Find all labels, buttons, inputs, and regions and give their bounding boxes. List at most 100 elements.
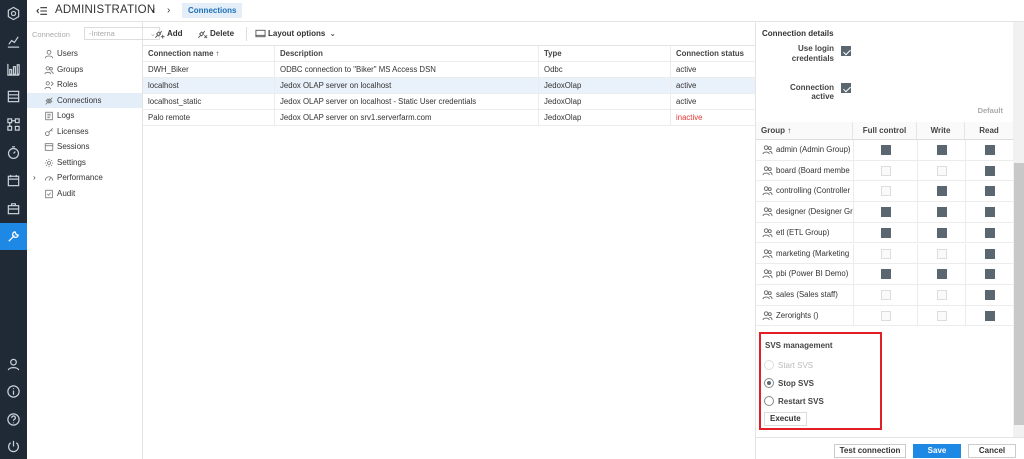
write-permission-checkbox[interactable] [937,165,947,176]
full-permission-checkbox[interactable] [881,186,891,197]
column-divider [917,243,918,265]
table-row[interactable]: DWH_Biker ODBC connection to "Biker" MS … [143,62,755,78]
details-footer: Test connection Save Cancel [756,437,1024,459]
write-permission-checkbox[interactable] [937,186,947,197]
perm-header-read[interactable]: Read [965,122,1013,140]
cancel-button[interactable]: Cancel [968,444,1016,458]
chevron-right-icon[interactable]: › [167,5,170,16]
stop-svs-option[interactable]: Stop SVS [764,378,814,388]
read-permission-checkbox[interactable] [985,145,995,155]
table-row[interactable]: localhost Jedox OLAP server on localhost… [143,78,755,94]
calendar-icon[interactable] [0,167,27,194]
write-permission-checkbox[interactable] [937,227,947,238]
write-permission-checkbox[interactable] [937,207,947,218]
full-permission-checkbox[interactable] [881,310,891,321]
test-connection-button[interactable]: Test connection [834,444,906,458]
save-button[interactable]: Save [913,444,961,458]
read-permission-checkbox[interactable] [985,207,995,218]
bar-chart-icon[interactable] [0,56,27,83]
hexagon-logo-icon[interactable] [0,0,27,27]
full-permission-checkbox[interactable] [881,227,891,238]
write-permission-checkbox[interactable] [937,269,947,280]
write-permission-checkbox[interactable] [937,145,947,155]
full-permission-checkbox[interactable] [881,207,891,218]
full-permission-checkbox[interactable] [881,269,891,280]
cell-name: localhost_static [143,94,275,110]
permission-row[interactable]: designer (Designer Gr [756,202,1013,223]
perm-header-group[interactable]: Group ↑ [756,122,853,140]
read-permission-checkbox[interactable] [985,227,995,238]
column-header-type[interactable]: Type [539,46,671,62]
read-permission-checkbox[interactable] [985,165,995,176]
scrollbar-thumb[interactable] [1014,163,1024,425]
chevron-right-icon[interactable]: › [33,173,36,182]
read-permission-checkbox[interactable] [985,186,995,197]
column-header-status[interactable]: Connection status [671,46,755,62]
full-permission-checkbox[interactable] [881,248,891,259]
full-permission-checkbox[interactable] [881,165,891,176]
stop-svs-radio[interactable] [764,378,774,388]
tree-item-performance[interactable]: › Performance [27,170,142,185]
column-header-description[interactable]: Description [275,46,539,62]
database-icon[interactable] [0,83,27,110]
tree-item-logs[interactable]: Logs [27,108,142,123]
read-permission-checkbox[interactable] [985,289,995,300]
power-icon[interactable] [0,433,27,459]
tree-item-roles[interactable]: Roles [27,77,142,92]
table-row[interactable]: localhost_static Jedox OLAP server on lo… [143,94,755,110]
permission-row[interactable]: sales (Sales staff) [756,284,1013,306]
details-scrollbar[interactable] [1013,22,1024,437]
perm-header-full-control[interactable]: Full control [853,122,917,140]
tree-item-settings[interactable]: Settings [27,155,142,170]
write-permission-checkbox[interactable] [937,310,947,321]
permission-row[interactable]: marketing (Marketing [756,243,1013,265]
execute-button[interactable]: Execute [764,412,807,426]
permission-row[interactable]: admin (Admin Group) [756,140,1013,161]
use-login-checkbox[interactable] [841,46,851,56]
tree-item-audit[interactable]: Audit [27,186,142,201]
add-button[interactable]: Add [154,28,183,39]
write-permission-checkbox[interactable] [937,289,947,300]
full-permission-checkbox[interactable] [881,145,891,155]
permission-row[interactable]: pbi (Power BI Demo) [756,264,1013,285]
tree-item-users[interactable]: Users [27,46,142,61]
layout-options-button[interactable]: Layout options ⌄ [255,28,336,39]
column-divider [965,140,966,161]
connection-active-checkbox[interactable] [841,83,851,93]
tree-item-sessions[interactable]: Sessions [27,139,142,154]
column-divider [965,243,966,265]
column-header-name[interactable]: Connection name ↑ [143,46,275,62]
group-name-label: designer (Designer Gr [776,207,853,217]
restart-svs-radio[interactable] [764,396,774,406]
briefcase-icon[interactable] [0,195,27,222]
diagram-icon[interactable] [0,111,27,138]
table-row[interactable]: Palo remote Jedox OLAP server on srv1.se… [143,110,755,126]
help-icon[interactable] [0,406,27,433]
perm-header-write[interactable]: Write [917,122,965,140]
write-permission-checkbox[interactable] [937,248,947,259]
cell-status: inactive [676,113,703,122]
tree-item-connections[interactable]: Connections [27,93,142,108]
read-permission-checkbox[interactable] [985,269,995,280]
menu-collapse-icon[interactable] [35,5,49,17]
permission-row[interactable]: etl (ETL Group) [756,222,1013,244]
full-permission-checkbox[interactable] [881,289,891,300]
permission-row[interactable]: controlling (Controller [756,181,1013,203]
restart-svs-option[interactable]: Restart SVS [764,396,824,406]
permission-row[interactable]: board (Board membe [756,160,1013,182]
stopwatch-icon[interactable] [0,139,27,166]
wrench-icon[interactable] [0,223,27,250]
line-chart-icon[interactable] [0,28,27,55]
tree-item-licenses[interactable]: Licenses [27,124,142,139]
delete-button[interactable]: Delete [197,28,234,39]
breadcrumb-connections[interactable]: Connections [182,3,243,18]
tree-item-groups[interactable]: Groups [27,62,142,77]
user-profile-icon[interactable] [0,351,27,378]
read-permission-checkbox[interactable] [985,248,995,259]
read-permission-checkbox[interactable] [985,310,995,321]
permission-row[interactable]: Zerorights () [756,305,1013,327]
start-svs-radio[interactable] [764,360,774,370]
start-svs-option[interactable]: Start SVS [764,360,813,370]
chevron-left-icon[interactable]: ‹ [152,5,155,16]
info-icon[interactable] [0,378,27,405]
